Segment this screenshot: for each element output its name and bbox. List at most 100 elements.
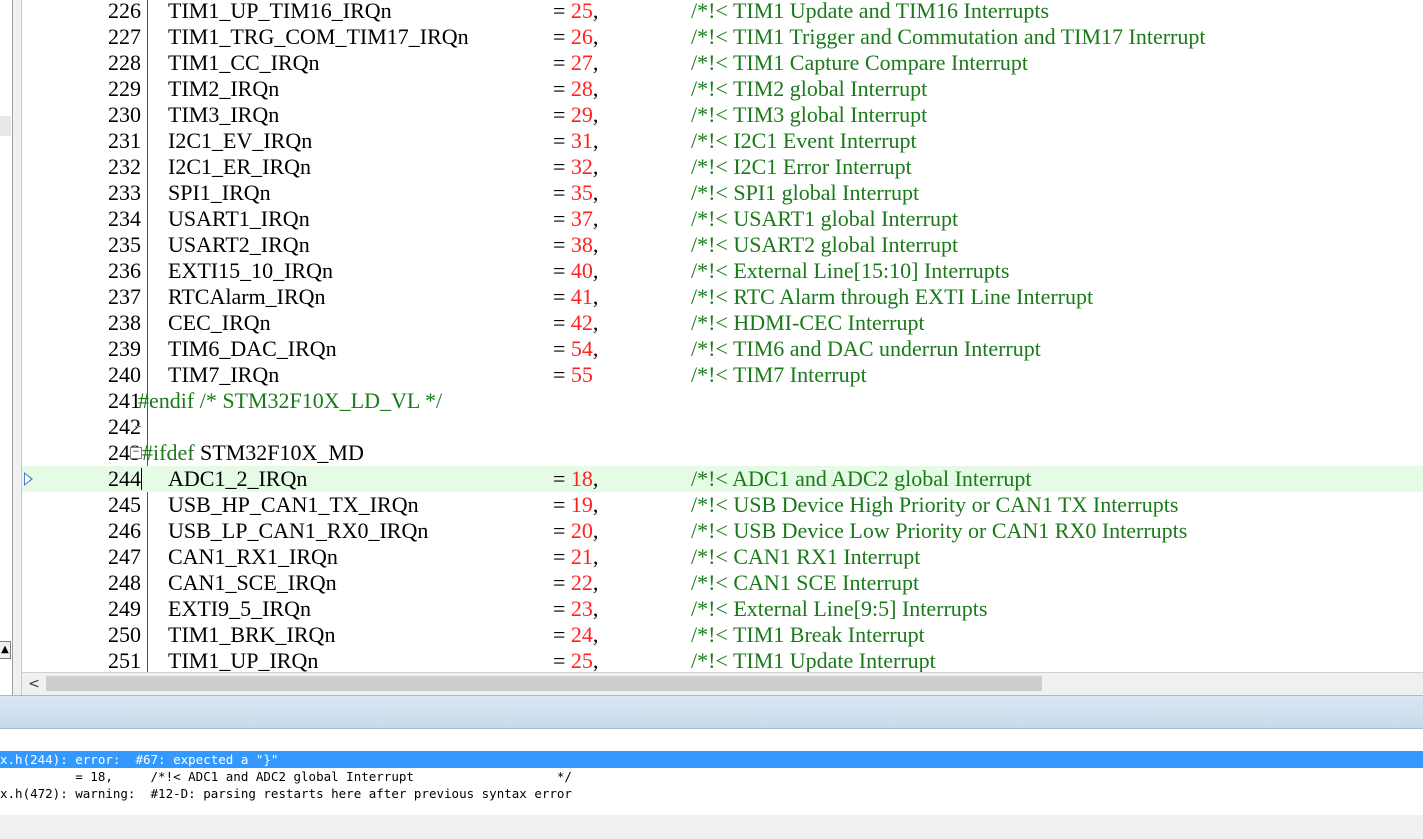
assign-operator: =	[553, 206, 571, 231]
pane-splitter[interactable]	[0, 695, 1423, 729]
enum-identifier: TIM3_IRQn	[168, 102, 280, 127]
line-number: 234	[108, 206, 141, 231]
enum-separator: ,	[592, 518, 599, 543]
enum-separator: ,	[592, 648, 599, 672]
enum-identifier: EXTI9_5_IRQn	[168, 596, 311, 621]
enum-separator: ,	[592, 596, 599, 621]
current-line-arrow-icon	[24, 472, 33, 486]
code-line[interactable]: 227 TIM1_TRG_COM_TIM17_IRQn = 26, /*!< TIM1…	[22, 24, 1423, 50]
enum-identifier: CAN1_SCE_IRQn	[168, 570, 337, 595]
enum-assignment: = 42,	[553, 310, 598, 336]
enum-identifier: USB_HP_CAN1_TX_IRQn	[168, 492, 419, 517]
enum-separator: ,	[592, 154, 599, 179]
preprocessor-macro: STM32F10X_MD	[194, 440, 364, 465]
text-caret	[141, 468, 142, 490]
line-number: 229	[108, 76, 141, 101]
preprocessor-directive: #ifdef STM32F10X_MD	[142, 440, 364, 466]
code-line[interactable]: 234 USART1_IRQn = 37, /*!< USART1 global In…	[22, 206, 1423, 232]
doc-comment: /*!< CAN1 RX1 Interrupt	[691, 544, 921, 569]
enum-assignment: = 54,	[553, 336, 598, 362]
code-line[interactable]: 240 TIM7_IRQn = 55 /*!< TIM7 Interrupt	[22, 362, 1423, 388]
enum-separator: ,	[592, 180, 599, 205]
enum-identifier: I2C1_ER_IRQn	[168, 154, 311, 179]
enum-assignment: = 55	[553, 362, 593, 388]
editor-left-strip	[13, 0, 22, 695]
code-line[interactable]: 236 EXTI15_10_IRQn = 40, /*!< External Line…	[22, 258, 1423, 284]
enum-identifier: SPI1_IRQn	[168, 180, 271, 205]
enum-value: 25	[570, 0, 593, 23]
line-number: 247	[108, 544, 141, 569]
panel-scroll-button[interactable]: ▲	[0, 641, 11, 659]
build-output-line[interactable]: x.h(472): warning: #12-D: parsing restar…	[0, 785, 1423, 802]
preprocessor-directive: #endif /* STM32F10X_LD_VL */	[138, 388, 443, 413]
build-output-line[interactable]: = 18, /*!< ADC1 and ADC2 global Interrup…	[0, 768, 1423, 785]
build-output-line[interactable]: x.h(244): error: #67: expected a "}"	[0, 751, 1423, 768]
line-number: 239	[108, 336, 141, 361]
code-line[interactable]: 237 RTCAlarm_IRQn = 41, /*!< RTC Alarm thro…	[22, 284, 1423, 310]
doc-comment: /*!< TIM2 global Interrupt	[691, 76, 928, 101]
code-line[interactable]: 244 ADC1_2_IRQn = 18, /*!< ADC1 and ADC2 gl…	[22, 466, 1423, 492]
code-line[interactable]: 239 TIM6_DAC_IRQn = 54, /*!< TIM6 and DAC u…	[22, 336, 1423, 362]
line-number: 249	[108, 596, 141, 621]
enum-separator: ,	[592, 622, 599, 647]
code-line[interactable]: 229 TIM2_IRQn = 28, /*!< TIM2 global Interr…	[22, 76, 1423, 102]
code-editor[interactable]: 226 TIM1_UP_TIM16_IRQn = 25, /*!< TIM1 Upda…	[22, 0, 1423, 672]
doc-comment: /*!< USART2 global Interrupt	[691, 232, 959, 257]
enum-assignment: = 40,	[553, 258, 598, 284]
enum-value: 24	[570, 622, 593, 647]
assign-operator: =	[553, 128, 571, 153]
code-line[interactable]: 246 USB_LP_CAN1_RX0_IRQn = 20, /*!< USB Dev…	[22, 518, 1423, 544]
code-line[interactable]: 249 EXTI9_5_IRQn = 23, /*!< External Line[9…	[22, 596, 1423, 622]
enum-separator: ,	[592, 258, 599, 283]
doc-comment: /*!< TIM6 and DAC underrun Interrupt	[691, 336, 1041, 361]
assign-operator: =	[553, 76, 571, 101]
enum-assignment: = 29,	[553, 102, 598, 128]
enum-identifier: TIM1_BRK_IRQn	[168, 622, 336, 647]
build-output-panel[interactable]: x.h(244): error: #67: expected a "}" = 1…	[0, 751, 1423, 839]
code-line[interactable]: 233 SPI1_IRQn = 35, /*!< SPI1 global Interr…	[22, 180, 1423, 206]
enum-assignment: = 32,	[553, 154, 598, 180]
assign-operator: =	[553, 362, 571, 387]
enum-assignment: = 41,	[553, 284, 598, 310]
enum-assignment: = 21,	[553, 544, 598, 570]
code-line[interactable]: 245 USB_HP_CAN1_TX_IRQn = 19, /*!< USB Devi…	[22, 492, 1423, 518]
code-line[interactable]: 235 USART2_IRQn = 38, /*!< USART2 global In…	[22, 232, 1423, 258]
code-line[interactable]: 238 CEC_IRQn = 42, /*!< HDMI-CEC Interrupt	[22, 310, 1423, 336]
assign-operator: =	[553, 154, 571, 179]
doc-comment: /*!< TIM1 Capture Compare Interrupt	[691, 50, 1029, 75]
scroll-left-icon[interactable]: <	[26, 674, 42, 694]
code-line[interactable]: 247 CAN1_RX1_IRQn = 21, /*!< CAN1 RX1 Inter…	[22, 544, 1423, 570]
fold-collapse-icon[interactable]: −	[130, 447, 142, 459]
line-number: 236	[108, 258, 141, 283]
code-line[interactable]: 226 TIM1_UP_TIM16_IRQn = 25, /*!< TIM1 Upda…	[22, 0, 1423, 24]
line-number: 237	[108, 284, 141, 309]
horizontal-scrollbar[interactable]: <	[22, 672, 1423, 695]
code-line[interactable]: 248 CAN1_SCE_IRQn = 22, /*!< CAN1 SCE Inter…	[22, 570, 1423, 596]
code-line[interactable]: 243− #ifdef STM32F10X_MD	[22, 440, 1423, 466]
code-line[interactable]: 228 TIM1_CC_IRQn = 27, /*!< TIM1 Capture Co…	[22, 50, 1423, 76]
code-line[interactable]: 251 TIM1_UP_IRQn = 25, /*!< TIM1 Update Int…	[22, 648, 1423, 672]
code-line[interactable]: 230 TIM3_IRQn = 29, /*!< TIM3 global Interr…	[22, 102, 1423, 128]
enum-separator: ,	[592, 76, 599, 101]
project-panel-selected-row[interactable]	[0, 116, 11, 136]
line-number: 232	[108, 154, 141, 179]
enum-identifier: EXTI15_10_IRQn	[168, 258, 333, 283]
doc-comment: /*!< USB Device Low Priority or CAN1 RX0…	[691, 518, 1188, 543]
doc-comment: /*!< TIM1 Update and TIM16 Interrupts	[691, 0, 1050, 23]
enum-value: 41	[570, 284, 593, 309]
code-line[interactable]: 232 I2C1_ER_IRQn = 32, /*!< I2C1 Error Inte…	[22, 154, 1423, 180]
enum-assignment: = 20,	[553, 518, 598, 544]
enum-value: 32	[570, 154, 593, 179]
code-line[interactable]: 241 #endif /* STM32F10X_LD_VL */	[22, 388, 1423, 414]
enum-value: 23	[570, 596, 593, 621]
enum-value: 21	[570, 544, 593, 569]
enum-value: 29	[570, 102, 593, 127]
code-line[interactable]: 242	[22, 414, 1423, 440]
enum-value: 37	[570, 206, 593, 231]
code-line[interactable]: 231 I2C1_EV_IRQn = 31, /*!< I2C1 Event Inte…	[22, 128, 1423, 154]
enum-identifier: USB_LP_CAN1_RX0_IRQn	[168, 518, 429, 543]
scrollbar-thumb[interactable]	[46, 676, 1042, 691]
code-line[interactable]: 250 TIM1_BRK_IRQn = 24, /*!< TIM1 Break Int…	[22, 622, 1423, 648]
assign-operator: =	[553, 232, 571, 257]
enum-separator: ,	[592, 310, 599, 335]
